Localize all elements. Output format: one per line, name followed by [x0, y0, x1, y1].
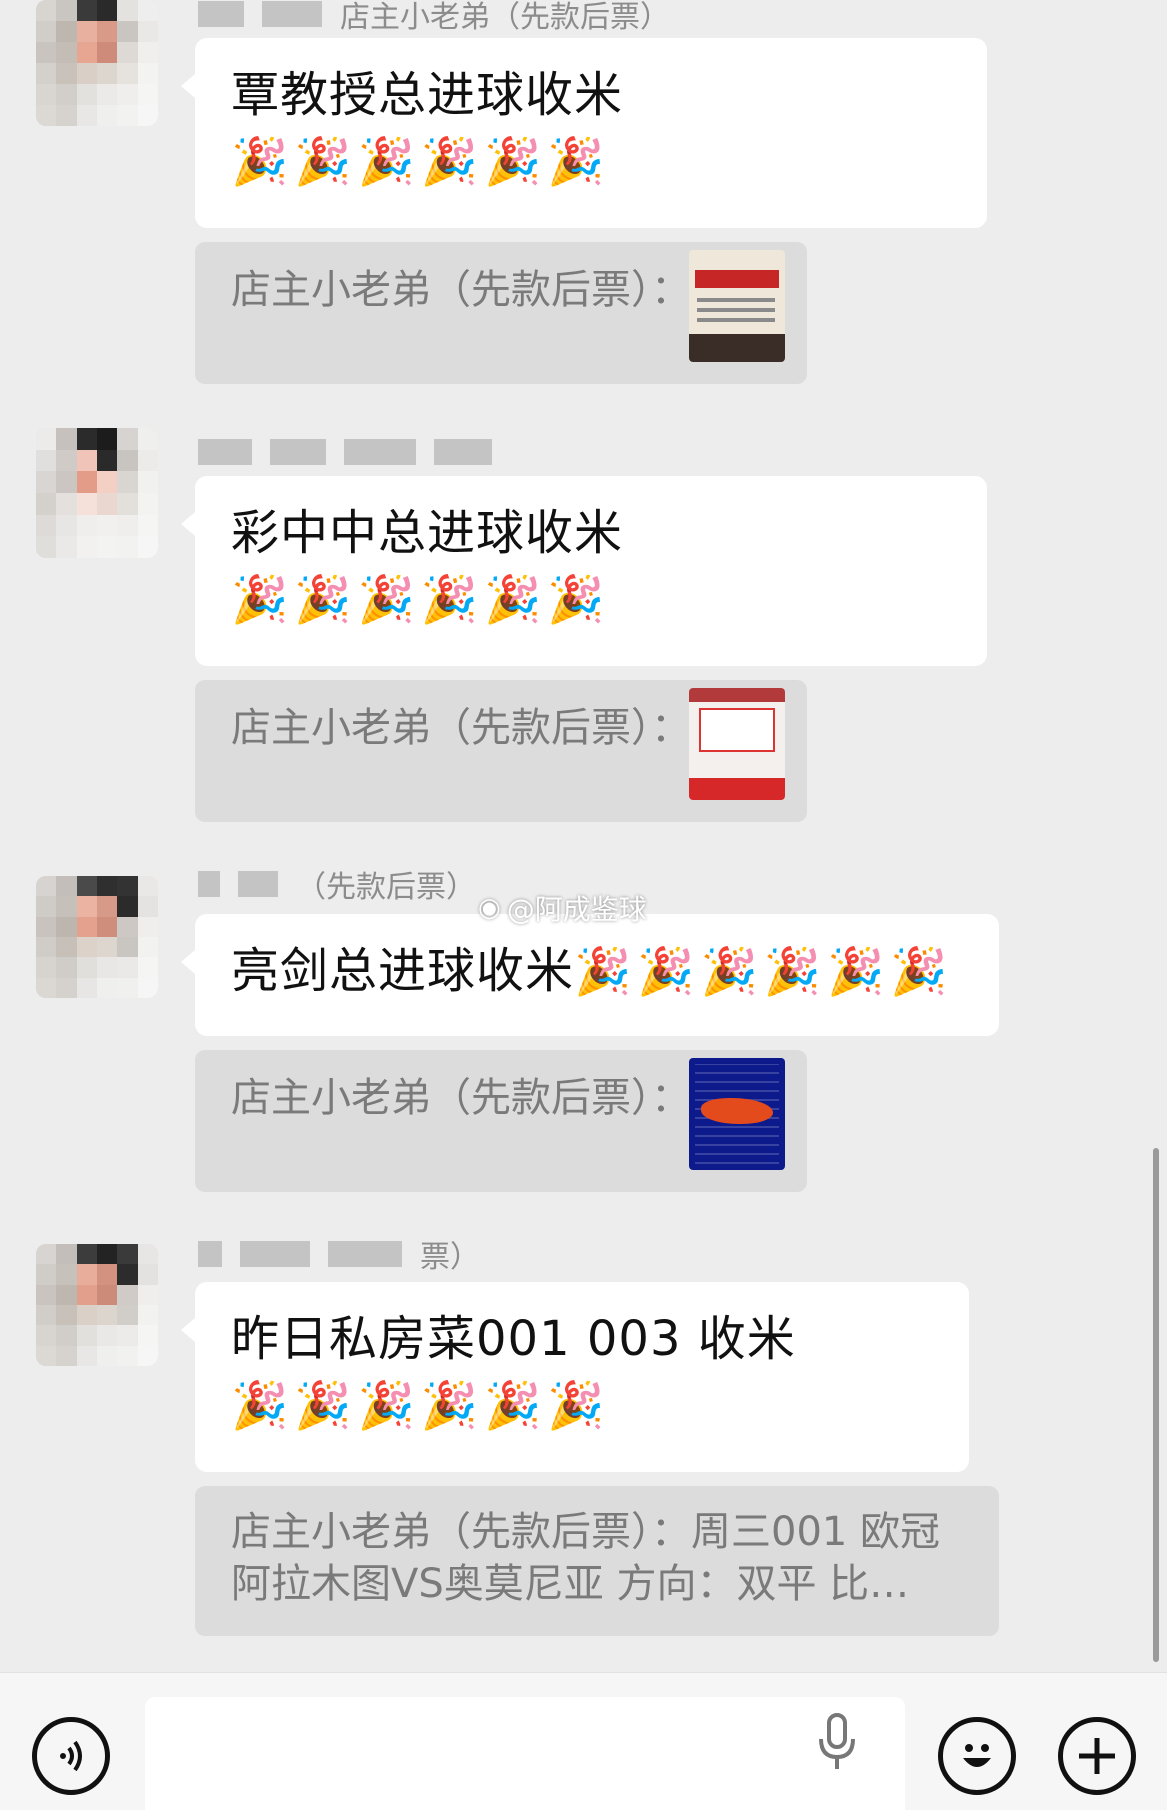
message-input[interactable]	[145, 1697, 905, 1810]
weibo-icon: ◉	[478, 893, 501, 923]
ticket-thumbnail[interactable]	[689, 250, 785, 362]
avatar[interactable]	[36, 0, 158, 126]
message-bubble[interactable]: 昨日私房菜001 003 收米 🎉🎉🎉🎉🎉🎉	[181, 1282, 969, 1472]
watermark: ◉ @阿成鉴球	[478, 888, 647, 928]
message-bubble[interactable]: 覃教授总进球收米 🎉🎉🎉🎉🎉🎉	[181, 38, 987, 228]
message-bubble[interactable]: 亮剑总进球收米🎉🎉🎉🎉🎉🎉	[181, 914, 999, 1036]
avatar[interactable]	[36, 876, 158, 998]
quote-text: 店主小老弟（先款后票）：	[231, 1075, 691, 1121]
ticket-thumbnail[interactable]	[689, 1058, 785, 1170]
mic-icon[interactable]	[813, 1713, 861, 1777]
sender-name-text: 店主小老弟（先款后票）	[340, 0, 670, 35]
sender-name	[198, 430, 492, 474]
party-emoji: 🎉🎉🎉🎉🎉🎉	[231, 572, 611, 626]
input-bar	[0, 1672, 1167, 1810]
message-text: 昨日私房菜001 003 收米	[231, 1311, 796, 1367]
avatar[interactable]	[36, 1244, 158, 1366]
sender-name-text: 票）	[420, 1240, 480, 1275]
sender-name-text: （先款后票）	[296, 870, 476, 905]
quote-text: 店主小老弟（先款后票）：周三001 欧冠阿拉木图VS奥莫尼亚 方向：双平 比…	[231, 1509, 941, 1607]
sender-name: （先款后票）	[198, 862, 476, 906]
watermark-text: @阿成鉴球	[506, 893, 647, 926]
message-text: 彩中中总进球收米	[231, 505, 624, 561]
party-emoji: 🎉🎉🎉🎉🎉🎉	[231, 1378, 611, 1432]
emoji-icon[interactable]	[938, 1717, 1016, 1795]
quote-text: 店主小老弟（先款后票）：	[231, 267, 691, 313]
message-bubble[interactable]: 彩中中总进球收米 🎉🎉🎉🎉🎉🎉	[181, 476, 987, 666]
message-text: 覃教授总进球收米	[231, 67, 624, 123]
avatar[interactable]	[36, 428, 158, 558]
quoted-reply[interactable]: 店主小老弟（先款后票）：	[195, 1050, 807, 1192]
party-emoji: 🎉🎉🎉🎉🎉🎉	[231, 134, 611, 188]
quote-text: 店主小老弟（先款后票）：	[231, 705, 691, 751]
scrollbar[interactable]	[1153, 1148, 1159, 1662]
ticket-thumbnail[interactable]	[689, 688, 785, 800]
quoted-reply[interactable]: 店主小老弟（先款后票）：周三001 欧冠阿拉木图VS奥莫尼亚 方向：双平 比…	[195, 1486, 999, 1636]
party-emoji: 🎉🎉🎉🎉🎉🎉	[574, 944, 954, 998]
plus-icon[interactable]	[1058, 1717, 1136, 1795]
quoted-reply[interactable]: 店主小老弟（先款后票）：	[195, 680, 807, 822]
sender-name: 店主小老弟（先款后票）	[198, 0, 670, 36]
quoted-reply[interactable]: 店主小老弟（先款后票）：	[195, 242, 807, 384]
voice-icon[interactable]	[32, 1717, 110, 1795]
message-text: 亮剑总进球收米	[231, 943, 575, 999]
sender-name: 票）	[198, 1232, 480, 1276]
